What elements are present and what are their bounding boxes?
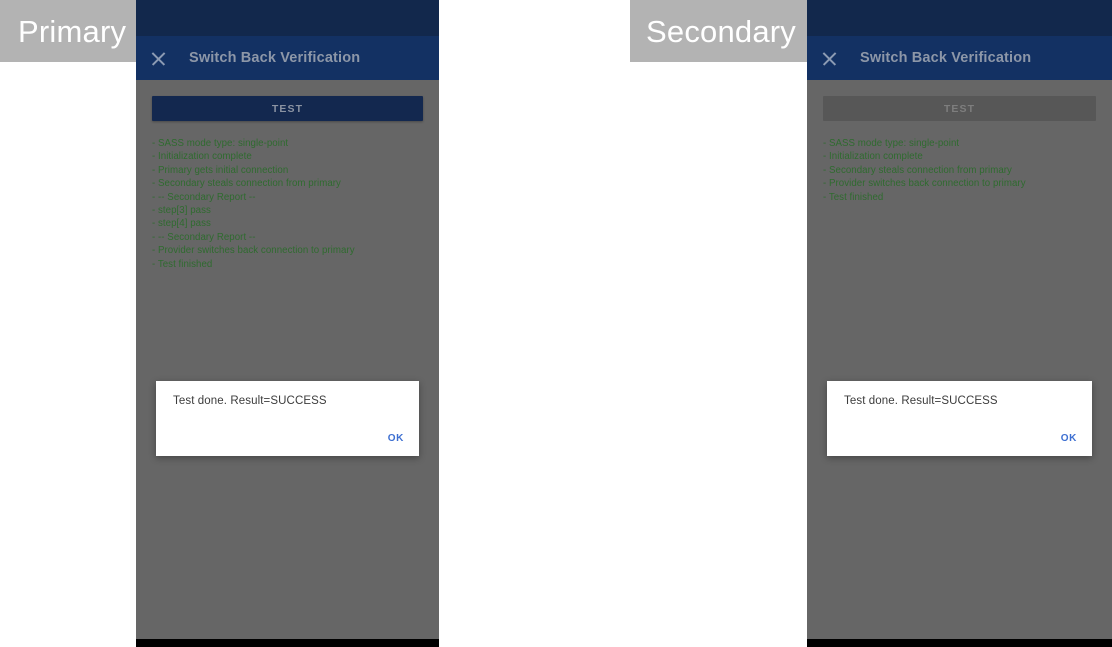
content-area-primary: TEST - SASS mode type: single-point - Ini… (136, 80, 439, 639)
log-line: - SASS mode type: single-point (152, 138, 289, 149)
log-line: - step[4] pass (152, 218, 211, 230)
dialog-ok-button[interactable]: OK (1061, 433, 1077, 444)
log-line: - Primary gets initial connection (152, 164, 289, 176)
log-line: - Provider switches back connection to p… (823, 178, 1026, 190)
result-dialog: Test done. Result=SUCCESS OK (827, 381, 1092, 456)
log-line: - Secondary steals connection from prima… (823, 164, 1012, 176)
close-icon[interactable] (821, 50, 838, 67)
app-bar-primary: Switch Back Verification (136, 36, 439, 80)
log-line: - -- Secondary Report -- (152, 231, 256, 243)
close-icon[interactable] (150, 50, 167, 67)
log-output-primary: - SASS mode type: single-point - Initiali… (152, 137, 423, 271)
log-line: - -- Secondary Report -- (152, 191, 256, 203)
status-bar-secondary (807, 0, 1112, 36)
log-output-secondary: - SASS mode type: single-point - Initiali… (823, 137, 1096, 204)
log-line: - Secondary steals connection from prima… (152, 178, 341, 190)
caption-secondary-label: Secondary (646, 13, 797, 49)
log-line: - Initialization complete (152, 151, 252, 163)
result-dialog: Test done. Result=SUCCESS OK (156, 381, 419, 456)
log-line: - step[3] pass (152, 205, 211, 217)
dialog-message: Test done. Result=SUCCESS (173, 395, 327, 407)
log-line: - Provider switches back connection to p… (152, 245, 355, 257)
test-button[interactable]: TEST (152, 96, 423, 121)
nav-bar-primary (136, 639, 439, 647)
app-bar-title: Switch Back Verification (860, 50, 1032, 66)
caption-primary-label: Primary (18, 13, 127, 49)
caption-secondary: Secondary (630, 0, 807, 62)
content-area-secondary: TEST - SASS mode type: single-point - Ini… (807, 80, 1112, 639)
log-line: - Initialization complete (823, 151, 923, 163)
caption-primary: Primary (0, 0, 136, 62)
app-bar-title: Switch Back Verification (189, 50, 361, 66)
log-line: - Test finished (152, 258, 213, 270)
dialog-message: Test done. Result=SUCCESS (844, 395, 998, 407)
status-bar-primary (136, 0, 439, 36)
log-line: - Test finished (823, 191, 884, 203)
nav-bar-secondary (807, 639, 1112, 647)
phone-screen-secondary: Switch Back Verification TEST - SASS mod… (807, 0, 1112, 647)
dialog-ok-button[interactable]: OK (388, 433, 404, 444)
phone-screen-primary: Switch Back Verification TEST - SASS mod… (136, 0, 439, 647)
test-button: TEST (823, 96, 1096, 121)
app-bar-secondary: Switch Back Verification (807, 36, 1112, 80)
log-line: - SASS mode type: single-point (823, 138, 960, 149)
